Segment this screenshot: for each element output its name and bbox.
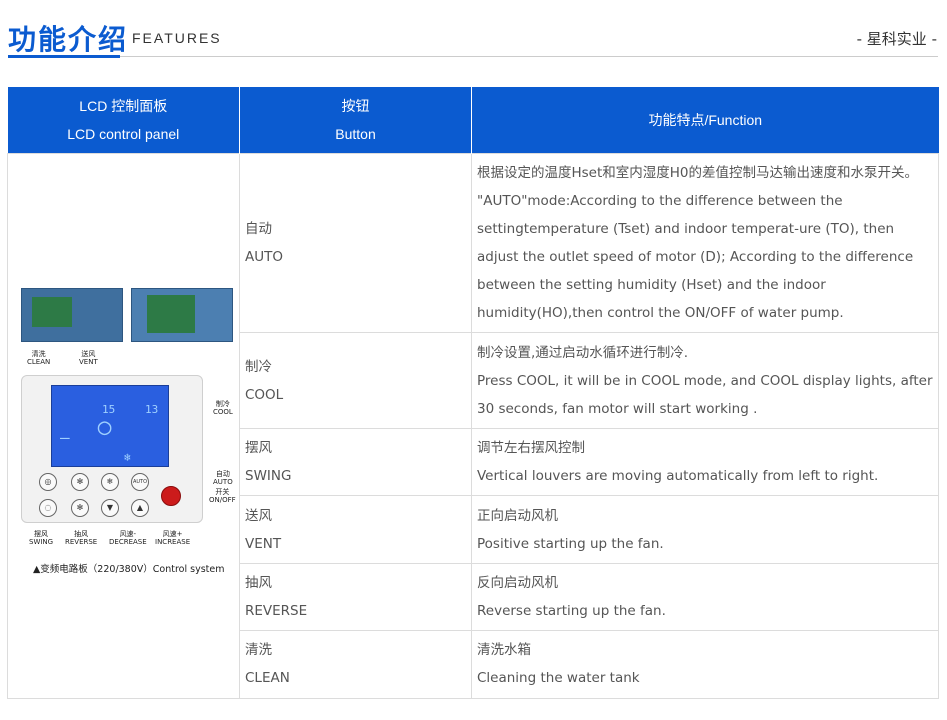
col-header-panel-en: LCD control panel	[67, 125, 180, 142]
lcd-snowflake-icon: ❄	[124, 450, 131, 464]
power-button[interactable]	[161, 485, 181, 506]
function-en: Cleaning the water tank	[477, 670, 640, 687]
section-title: 功能介绍	[8, 23, 129, 56]
button-name-zh: 摆风	[245, 440, 272, 457]
label-auto: 自动 AUTO	[213, 469, 233, 486]
function-cell: 制冷设置,通过启动水循环进行制冷. Press COOL, it will be…	[471, 332, 939, 429]
button-name-en: AUTO	[245, 248, 283, 265]
decrease-key-button[interactable]: ▼	[101, 498, 119, 517]
button-name-zh: 抽风	[245, 574, 272, 591]
function-cell: 清洗水箱 Cleaning the water tank	[471, 630, 939, 699]
circuit-board-image-2	[131, 287, 233, 342]
label-swing: 摆风 SWING	[29, 529, 54, 546]
vent-key-button[interactable]: ✻	[71, 472, 89, 491]
function-zh: 清洗水箱	[477, 642, 531, 659]
table-header-row: LCD 控制面板 LCD control panel 按钮 Button 功能特…	[7, 87, 939, 153]
button-name-zh: 自动	[245, 220, 272, 237]
clean-key-button[interactable]: ◎	[39, 472, 57, 491]
circuit-board-image-1	[21, 287, 123, 342]
button-cell: 自动 AUTO	[239, 152, 472, 334]
button-name-en: COOL	[245, 386, 284, 403]
button-name-en: VENT	[245, 535, 282, 552]
label-increase: 风速+ INCREASE	[155, 529, 191, 546]
col-header-function: 功能特点/Function	[471, 87, 939, 153]
features-table: LCD 控制面板 LCD control panel 按钮 Button 功能特…	[7, 87, 939, 699]
auto-key-button[interactable]: AUTO	[131, 472, 149, 491]
control-panel-illustration: 清洗CLEAN 送风VENT KIKOO 15 13 — ◯ ❄	[13, 156, 245, 696]
panel-caption: ▲变频电路板（220/380V）Control system	[33, 563, 225, 575]
button-name-zh: 清洗	[245, 642, 272, 659]
col-header-button-zh: 按钮	[341, 97, 370, 114]
cool-key-button[interactable]: ❄	[101, 472, 119, 491]
function-cell: 反向启动风机 Reverse starting up the fan.	[471, 562, 939, 632]
panel-illustration-cell: 清洗CLEAN 送风VENT KIKOO 15 13 — ◯ ❄	[7, 152, 240, 699]
label-clean: 清洗 CLEAN	[27, 349, 51, 366]
lcd-dash-icon: —	[60, 427, 70, 447]
button-name-zh: 送风	[245, 507, 272, 524]
table-row: 清洗CLEAN 送风VENT KIKOO 15 13 — ◯ ❄	[7, 152, 939, 699]
label-decrease: 风速- DECREASE	[109, 529, 147, 546]
function-cell: 根据设定的温度Hset和室内湿度H0的差值控制马达输出速度和水泵开关。 "AUT…	[471, 152, 939, 334]
function-zh: 根据设定的温度Hset和室内湿度H0的差值控制马达输出速度和水泵开关。	[477, 164, 919, 181]
col-header-button: 按钮 Button	[239, 87, 472, 153]
section-subtitle: FEATURES	[132, 30, 222, 46]
button-cell: 摆风 SWING	[239, 427, 472, 497]
function-zh: 正向启动风机	[477, 507, 558, 524]
button-cell: 清洗 CLEAN	[239, 630, 472, 699]
label-onoff: 开关 ON/OFF	[209, 487, 236, 504]
button-name-en: SWING	[245, 468, 292, 485]
button-cell: 制冷 COOL	[239, 332, 472, 429]
button-cell: 送风 VENT	[239, 495, 472, 564]
header-accent-bar	[8, 55, 120, 58]
function-en: Positive starting up the fan.	[477, 535, 664, 552]
header-divider	[8, 56, 938, 57]
col-header-panel-zh: LCD 控制面板	[79, 97, 168, 114]
lcd-fan-icon: ◯	[98, 414, 112, 440]
function-cell: 正向启动风机 Positive starting up the fan.	[471, 495, 939, 564]
lcd-number: 13	[145, 402, 159, 416]
col-header-panel: LCD 控制面板 LCD control panel	[7, 87, 240, 153]
col-header-button-en: Button	[335, 125, 376, 142]
function-en: Vertical louvers are moving automaticall…	[477, 468, 879, 485]
reverse-key-button[interactable]: ✻	[71, 498, 89, 517]
swing-key-button[interactable]: ◌	[39, 498, 57, 517]
function-en: "AUTO"mode:According to the difference b…	[477, 192, 914, 321]
function-zh: 反向启动风机	[477, 574, 558, 591]
function-cell: 调节左右摆风控制 Vertical louvers are moving aut…	[471, 427, 939, 497]
lcd-screen: 15 13 — ◯ ❄	[51, 384, 169, 467]
section-header: 功能介绍 FEATURES - 星科实业 -	[0, 0, 947, 60]
function-zh: 调节左右摆风控制	[477, 440, 585, 457]
label-reverse: 抽风 REVERSE	[65, 529, 98, 546]
label-cool: 制冷 COOL	[213, 399, 233, 416]
brand-name: - 星科实业 -	[856, 30, 937, 48]
function-en: Reverse starting up the fan.	[477, 602, 666, 619]
button-name-zh: 制冷	[245, 358, 272, 375]
button-name-en: REVERSE	[245, 602, 308, 619]
button-name-en: CLEAN	[245, 670, 290, 687]
label-vent: 送风 VENT	[79, 349, 98, 366]
button-cell: 抽风 REVERSE	[239, 562, 472, 632]
function-zh: 制冷设置,通过启动水循环进行制冷.	[477, 344, 689, 361]
increase-key-button[interactable]: ▲	[131, 498, 149, 517]
function-en: Press COOL, it will be in COOL mode, and…	[477, 372, 933, 417]
